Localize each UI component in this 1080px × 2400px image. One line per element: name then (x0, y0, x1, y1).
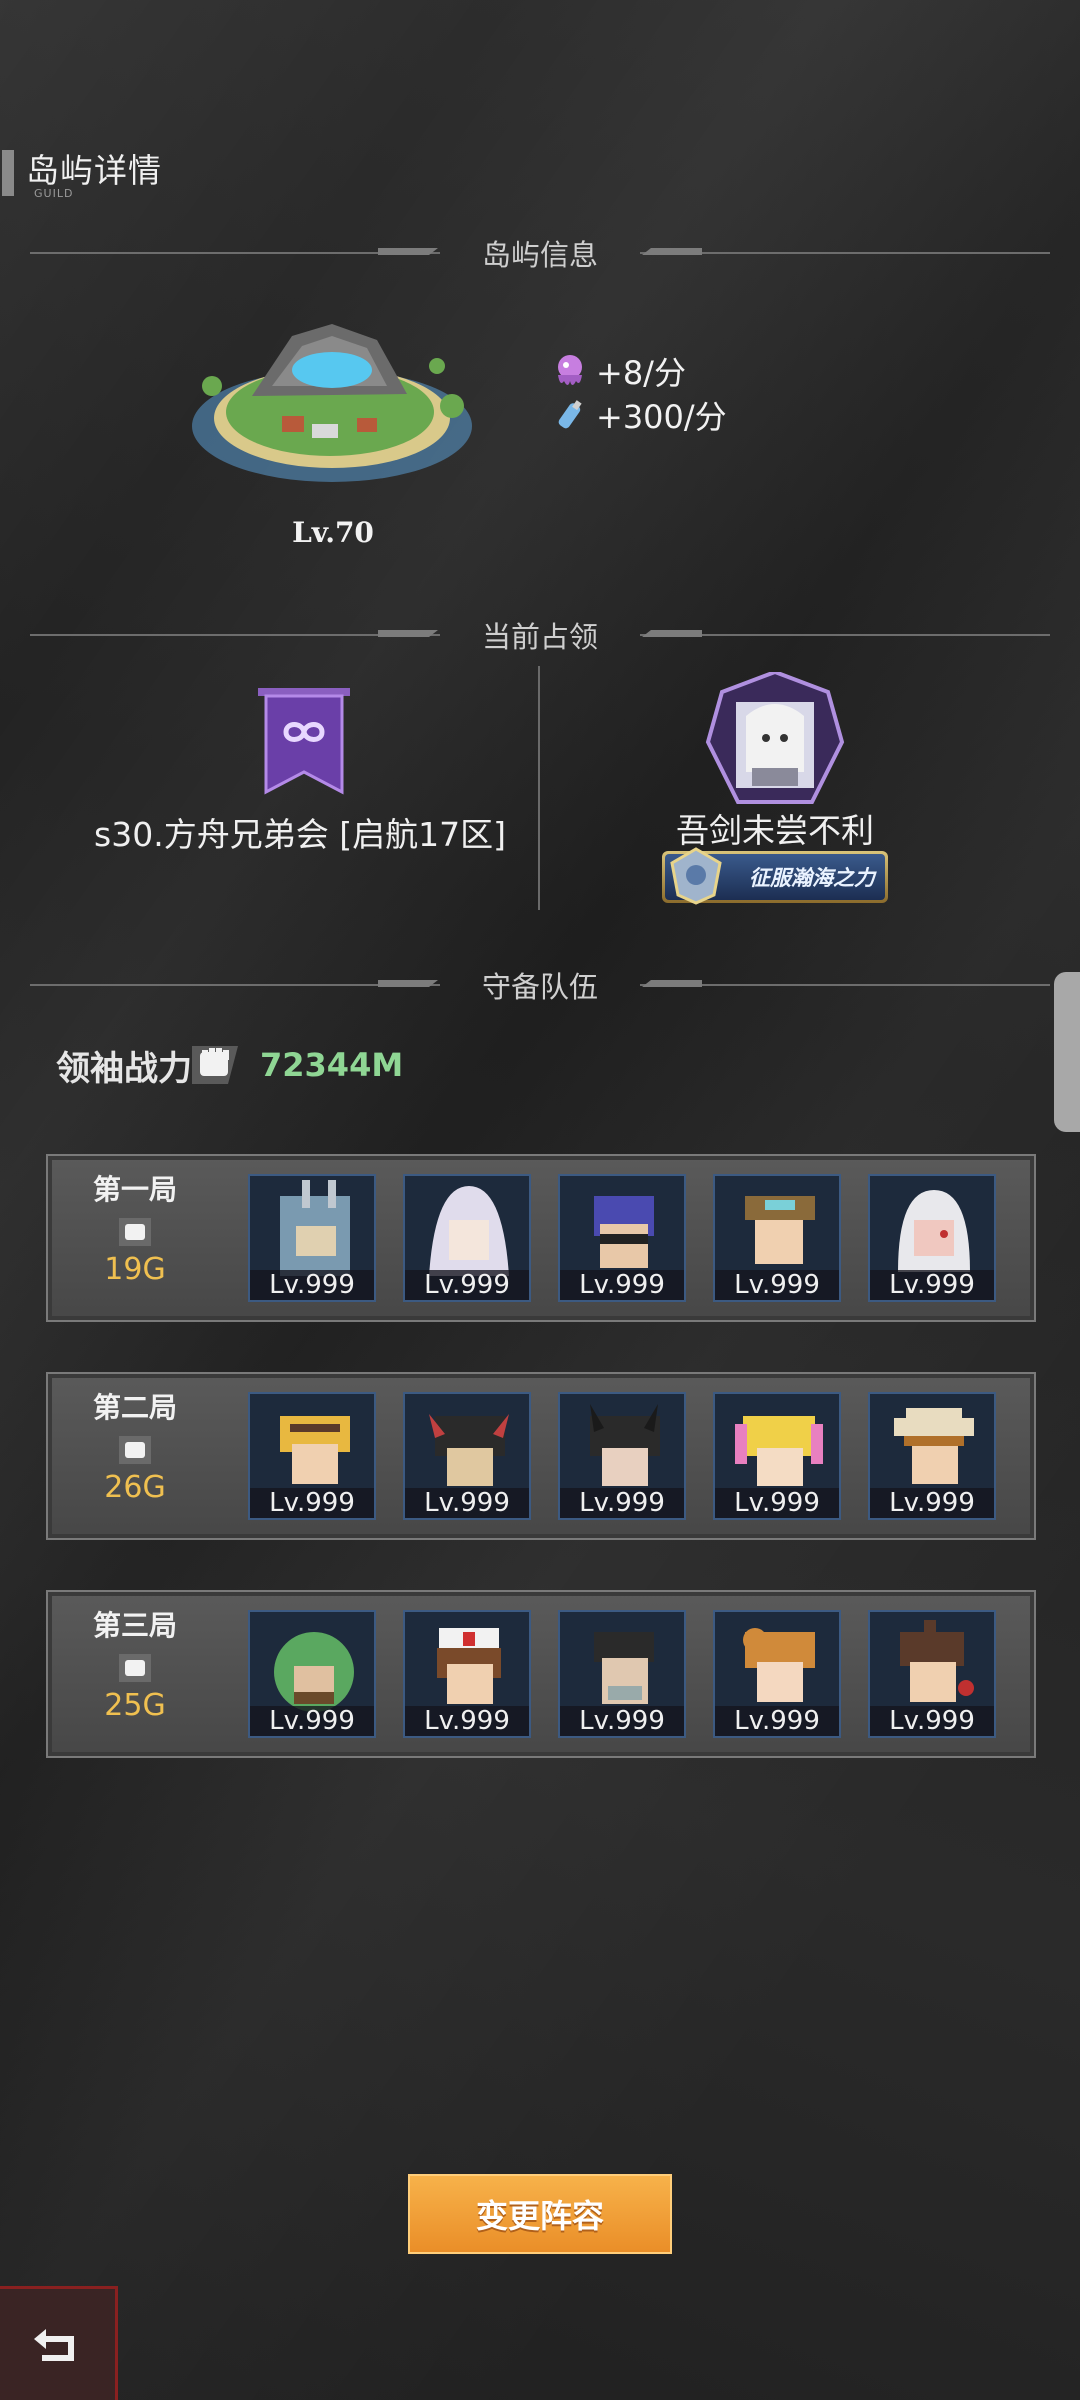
hero-slot[interactable]: Lv.999 (713, 1610, 841, 1738)
round-name: 第一局 (92, 1173, 177, 1206)
hero-level: Lv.999 (405, 1488, 529, 1518)
hero-level: Lv.999 (250, 1270, 374, 1300)
hero-slot[interactable]: Lv.999 (558, 1610, 686, 1738)
hero-slot[interactable]: Lv.999 (403, 1174, 531, 1302)
player-title-badge: 征服瀚海之力 (662, 847, 888, 905)
hero-level: Lv.999 (715, 1270, 839, 1300)
hero-slot[interactable]: Lv.999 (713, 1174, 841, 1302)
resource-row-1: +8/分 (550, 348, 686, 394)
hero-slot[interactable]: Lv.999 (868, 1392, 996, 1520)
leader-power-value: 72344M (260, 1046, 404, 1084)
defense-round-2: 第二局 26G Lv.999 Lv.999 Lv.999 Lv.999 Lv.9… (46, 1372, 1036, 1540)
hero-slot[interactable]: Lv.999 (403, 1610, 531, 1738)
resource-1-text: +8/分 (596, 354, 686, 392)
hero-level: Lv.999 (715, 1488, 839, 1518)
hero-slot[interactable]: Lv.999 (713, 1392, 841, 1520)
resource-row-2: +300/分 (550, 392, 727, 438)
round-power: 19G (104, 1252, 166, 1287)
hero-level: Lv.999 (715, 1706, 839, 1736)
change-lineup-button[interactable]: 变更阵容 (408, 2174, 672, 2254)
hero-level: Lv.999 (870, 1706, 994, 1736)
section-title: 当前占领 (481, 620, 598, 654)
island-image (192, 324, 472, 482)
leader-power-label: 领袖战力 (56, 1048, 192, 1089)
hero-slot[interactable]: Lv.999 (868, 1610, 996, 1738)
hero-slot[interactable]: Lv.999 (248, 1174, 376, 1302)
fist-icon (119, 1218, 151, 1246)
fist-icon (192, 1046, 238, 1084)
defense-round-1: 第一局 19G Lv.999 Lv.999 Lv.999 Lv.999 Lv.9… (46, 1154, 1036, 1322)
hero-level: Lv.999 (560, 1270, 684, 1300)
hero-level: Lv.999 (870, 1270, 994, 1300)
island-level: Lv.70 (292, 516, 374, 549)
guild-banner-icon (258, 688, 350, 795)
section-current-occupation: 当前占领 (0, 610, 1080, 654)
side-pull-tab[interactable] (1054, 972, 1080, 1132)
fist-icon (119, 1436, 151, 1464)
section-title: 守备队伍 (481, 970, 598, 1004)
resource-2-text: +300/分 (596, 398, 727, 436)
hero-slot[interactable]: Lv.999 (248, 1610, 376, 1738)
back-arrow-icon (33, 2328, 74, 2361)
crest-icon (670, 847, 722, 905)
hero-level: Lv.999 (405, 1270, 529, 1300)
bottle-icon (558, 400, 582, 429)
hero-slot[interactable]: Lv.999 (403, 1392, 531, 1520)
section-title: 岛屿信息 (481, 238, 598, 272)
hero-slot[interactable]: Lv.999 (868, 1174, 996, 1302)
defense-round-3: 第三局 25G Lv.999 Lv.999 Lv.999 Lv.999 Lv.9… (46, 1590, 1036, 1758)
fist-icon (119, 1654, 151, 1682)
back-button[interactable] (0, 2286, 118, 2400)
page-title: 岛屿详情 (26, 151, 162, 190)
header-accent-bar (2, 150, 14, 196)
hero-level: Lv.999 (405, 1706, 529, 1736)
section-island-info: 岛屿信息 (0, 228, 1080, 272)
hero-level: Lv.999 (250, 1706, 374, 1736)
page-subtitle: GUILD (34, 187, 74, 200)
guild-name[interactable]: s30.方舟兄弟会 [启航17区] (60, 808, 540, 856)
hero-level: Lv.999 (560, 1488, 684, 1518)
round-name: 第二局 (92, 1391, 177, 1424)
hero-level: Lv.999 (870, 1488, 994, 1518)
page-header: 岛屿详情 GUILD (0, 140, 300, 200)
purple-octopus-icon (558, 355, 582, 385)
section-defense-team: 守备队伍 (0, 960, 1080, 1004)
hero-slot[interactable]: Lv.999 (558, 1392, 686, 1520)
hero-level: Lv.999 (560, 1706, 684, 1736)
hero-slot[interactable]: Lv.999 (558, 1174, 686, 1302)
player-avatar[interactable] (702, 672, 848, 808)
change-lineup-label: 变更阵容 (475, 2197, 604, 2235)
round-power: 25G (104, 1688, 166, 1723)
round-power: 26G (104, 1470, 166, 1505)
hero-level: Lv.999 (250, 1488, 374, 1518)
divider (538, 666, 540, 910)
round-name: 第三局 (92, 1609, 177, 1642)
hero-slot[interactable]: Lv.999 (248, 1392, 376, 1520)
player-title-text: 征服瀚海之力 (749, 866, 875, 890)
leader-power-row: 领袖战力 72344M (56, 1040, 403, 1090)
